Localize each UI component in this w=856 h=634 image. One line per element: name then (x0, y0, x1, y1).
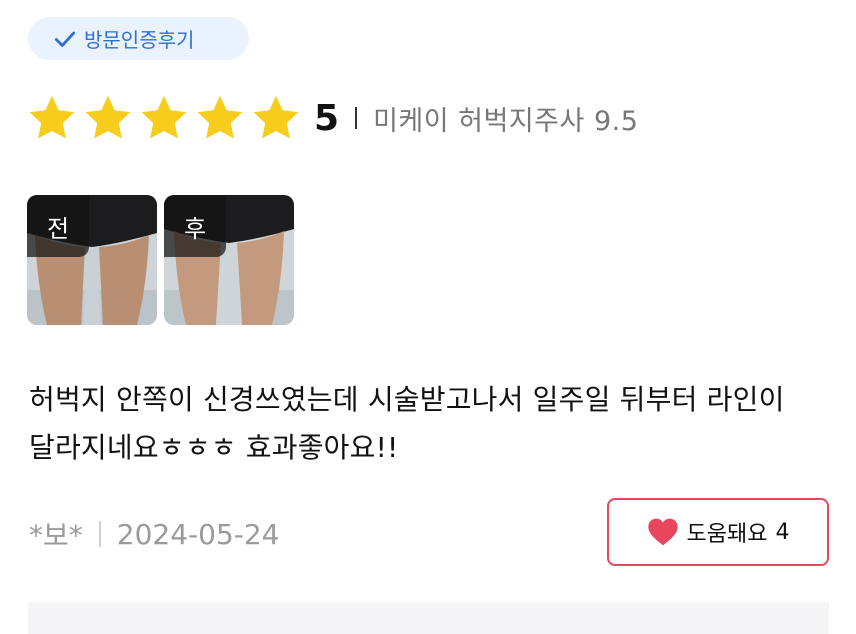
visit-verified-badge: 방문인증후기 (28, 17, 249, 60)
heart-icon (647, 518, 678, 546)
before-tag: 전 (27, 195, 89, 257)
product-name[interactable]: 미케이 허벅지주사 9.5 (373, 99, 638, 138)
rating-score: 5 (314, 97, 340, 139)
star-icon (85, 95, 131, 139)
next-review-placeholder (28, 602, 829, 634)
star-icon (29, 95, 75, 139)
divider (355, 107, 358, 129)
review-text: 허벅지 안쪽이 신경쓰였는데 시술받고나서 일주일 뒤부터 라인이 달라지네요ㅎ… (29, 383, 785, 464)
review-meta: *보* 2024-05-24 (29, 514, 280, 554)
after-photo[interactable]: 후 (164, 195, 294, 325)
author-name: *보* (29, 519, 83, 552)
after-tag: 후 (164, 195, 226, 257)
star-rating (26, 92, 302, 144)
check-icon (54, 31, 76, 47)
divider (98, 521, 101, 547)
helpful-button[interactable]: 도움돼요 4 (607, 498, 829, 566)
star-icon (141, 95, 187, 139)
badge-label: 방문인증후기 (84, 28, 195, 52)
helpful-label: 도움돼요 (686, 522, 768, 547)
review-date: 2024-05-24 (116, 517, 280, 551)
helpful-count: 4 (775, 519, 790, 545)
star-icon (197, 95, 243, 139)
before-photo[interactable]: 전 (27, 195, 157, 325)
rating-row: 5 미케이 허벅지주사 9.5 (26, 90, 638, 146)
star-icon (253, 95, 299, 139)
